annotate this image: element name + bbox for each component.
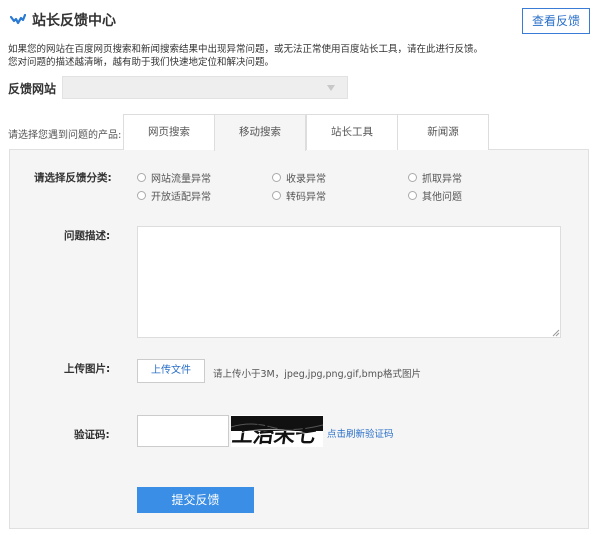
captcha-label: 验证码: [74, 429, 110, 441]
page-title: 站长反馈中心 [32, 13, 116, 29]
tab-web-search[interactable]: 网页搜索 [123, 114, 215, 150]
intro-text: 如果您的网站在百度网页搜索和新闻搜索结果中出现异常问题，或无法正常使用百度站长工… [8, 43, 592, 69]
radio-label: 收录异常 [286, 174, 326, 185]
radio-traffic-anomaly[interactable]: 网站流量异常 [137, 170, 211, 185]
product-tabs-label: 请选择您遇到问题的产品: [8, 130, 122, 141]
page-header: 站长反馈中心 查看反馈 [8, 8, 592, 34]
resize-grip-icon[interactable] [552, 329, 560, 337]
description-label: 问题描述: [64, 230, 111, 242]
tab-news-source[interactable]: 新闻源 [397, 114, 489, 150]
submit-feedback-button[interactable]: 提交反馈 [137, 487, 254, 513]
radio-circle-icon [137, 191, 146, 200]
category-label: 请选择反馈分类: [34, 172, 112, 184]
captcha-input[interactable] [137, 415, 229, 447]
radio-crawl-anomaly[interactable]: 抓取异常 [408, 170, 462, 185]
radio-circle-icon [272, 173, 281, 182]
upload-label: 上传图片: [64, 363, 111, 375]
refresh-captcha-link[interactable]: 点击刷新验证码 [327, 426, 394, 440]
upload-file-button[interactable]: 上传文件 [137, 359, 205, 383]
radio-index-anomaly[interactable]: 收录异常 [272, 170, 326, 185]
checkmark-logo-icon [10, 14, 26, 25]
description-textarea[interactable] [137, 226, 561, 338]
radio-open-adaptation-anomaly[interactable]: 开放适配异常 [137, 188, 211, 203]
site-select[interactable] [62, 76, 348, 99]
feedback-form-panel [9, 149, 589, 529]
dropdown-arrow-icon [327, 85, 335, 91]
tab-webmaster-tools[interactable]: 站长工具 [306, 114, 398, 150]
view-feedback-button[interactable]: 查看反馈 [522, 8, 590, 34]
site-label: 反馈网站 [8, 82, 57, 96]
radio-label: 转码异常 [286, 192, 326, 203]
intro-line-1: 如果您的网站在百度网页搜索和新闻搜索结果中出现异常问题，或无法正常使用百度站长工… [8, 44, 484, 55]
radio-label: 其他问题 [422, 192, 462, 203]
radio-circle-icon [272, 191, 281, 200]
upload-hint: 请上传小于3M，jpeg,jpg,png,gif,bmp格式图片 [213, 369, 421, 380]
captcha-image[interactable]: 工治未七 [231, 415, 323, 447]
radio-other-issue[interactable]: 其他问题 [408, 188, 462, 203]
radio-label: 开放适配异常 [151, 192, 211, 203]
radio-label: 网站流量异常 [151, 174, 211, 185]
tab-mobile-search[interactable]: 移动搜索 [214, 114, 306, 151]
radio-circle-icon [137, 173, 146, 182]
radio-circle-icon [408, 191, 417, 200]
radio-circle-icon [408, 173, 417, 182]
intro-line-2: 您对问题的描述越清晰，越有助于我们快速地定位和解决问题。 [8, 57, 275, 68]
radio-transcode-anomaly[interactable]: 转码异常 [272, 188, 326, 203]
captcha-text: 工治未七 [231, 422, 318, 447]
radio-label: 抓取异常 [422, 174, 462, 185]
